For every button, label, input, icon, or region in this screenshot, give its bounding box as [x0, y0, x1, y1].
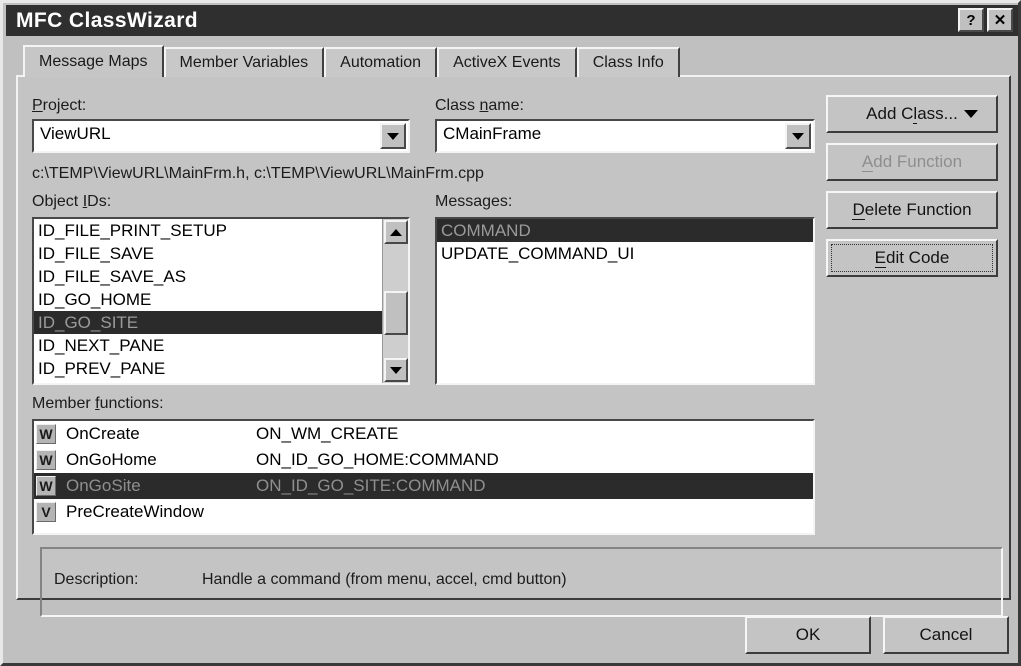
add-class-label: Add Class...	[866, 104, 958, 124]
delete-function-button[interactable]: Delete Function	[826, 191, 998, 229]
tab-label: Class Info	[592, 54, 664, 71]
edit-code-button[interactable]: Edit Code	[826, 239, 998, 277]
tab-label: ActiveX Events	[453, 54, 561, 71]
list-item-selected[interactable]: ID_GO_SITE	[34, 311, 408, 334]
tab-automation[interactable]: Automation	[324, 47, 438, 77]
messages-list: COMMAND UPDATE_COMMAND_UI	[437, 219, 813, 383]
messages-listbox[interactable]: COMMAND UPDATE_COMMAND_UI	[435, 217, 815, 385]
close-icon[interactable]: ✕	[987, 8, 1013, 32]
wizard-badge-icon: W	[36, 450, 56, 470]
object-ids-scrollbar[interactable]	[382, 219, 408, 383]
function-message: ON_ID_GO_SITE:COMMAND	[256, 476, 486, 495]
project-combo-value: ViewURL	[40, 124, 111, 143]
table-row[interactable]: V PreCreateWindow	[34, 499, 813, 525]
table-row[interactable]: W OnCreate ON_WM_CREATE	[34, 421, 813, 447]
object-ids-list: ID_FILE_PRINT_SETUP ID_FILE_SAVE ID_FILE…	[34, 219, 408, 383]
object-ids-listbox[interactable]: ID_FILE_PRINT_SETUP ID_FILE_SAVE ID_FILE…	[32, 217, 410, 385]
help-icon[interactable]: ?	[958, 8, 984, 32]
wizard-badge-icon: W	[36, 424, 56, 444]
cancel-button[interactable]: Cancel	[883, 616, 1009, 654]
list-item[interactable]: ID_FILE_SAVE_AS	[34, 265, 408, 288]
description-text: Handle a command (from menu, accel, cmd …	[202, 571, 567, 588]
title-bar[interactable]: MFC ClassWizard ? ✕	[6, 5, 1018, 36]
list-item[interactable]: ID_NEXT_PANE	[34, 334, 408, 357]
function-name: OnGoSite	[66, 476, 141, 495]
chevron-down-icon	[964, 110, 978, 118]
scroll-up-icon[interactable]	[384, 220, 408, 244]
table-row-selected[interactable]: W OnGoSite ON_ID_GO_SITE:COMMAND	[34, 473, 813, 499]
scrollbar-thumb[interactable]	[384, 291, 408, 335]
list-item[interactable]: ID_PREV_PANE	[34, 357, 408, 380]
description-label: Description:	[54, 571, 139, 588]
message-maps-page: Project: ViewURL Class name: CMainFrame …	[16, 75, 1011, 617]
function-message: ON_WM_CREATE	[256, 424, 399, 443]
list-item[interactable]: ID_FILE_SAVE	[34, 242, 408, 265]
class-name-label: Class name:	[435, 97, 524, 114]
window-title: MFC ClassWizard	[16, 8, 199, 32]
delete-function-label: Delete Function	[852, 200, 972, 220]
list-item[interactable]: ID_GO_HOME	[34, 288, 408, 311]
member-functions-listbox[interactable]: W OnCreate ON_WM_CREATE W OnGoHome ON_ID…	[32, 419, 815, 535]
add-class-button[interactable]: Add Class...	[826, 95, 998, 133]
wizard-badge-icon: W	[36, 476, 56, 496]
list-item[interactable]: ID_FILE_PRINT_SETUP	[34, 219, 408, 242]
titlebar-button-group: ? ✕	[958, 8, 1013, 32]
virtual-badge-icon: V	[36, 502, 56, 522]
tab-class-info[interactable]: Class Info	[576, 47, 680, 77]
description-group: Description: Handle a command (from menu…	[40, 547, 1003, 617]
object-ids-label: Object IDs:	[32, 193, 112, 210]
chevron-down-icon[interactable]	[380, 123, 406, 149]
function-name: PreCreateWindow	[66, 502, 204, 521]
file-paths-text: c:\TEMP\ViewURL\MainFrm.h, c:\TEMP\ViewU…	[32, 165, 484, 182]
ok-button[interactable]: OK	[745, 616, 871, 654]
member-functions-label: Member functions:	[32, 395, 164, 412]
list-item[interactable]: UPDATE_COMMAND_UI	[437, 242, 813, 265]
add-function-button[interactable]: Add Function	[826, 143, 998, 181]
tab-label: Message Maps	[39, 53, 148, 70]
tab-activex-events[interactable]: ActiveX Events	[437, 47, 577, 77]
list-item-selected[interactable]: COMMAND	[437, 219, 813, 242]
function-name: OnCreate	[66, 424, 140, 443]
edit-code-label: Edit Code	[874, 248, 950, 268]
tab-label: Automation	[340, 54, 422, 71]
class-name-combo[interactable]: CMainFrame	[435, 119, 815, 153]
project-label: Project:	[32, 97, 87, 114]
scroll-down-icon[interactable]	[384, 358, 408, 382]
table-row[interactable]: W OnGoHome ON_ID_GO_HOME:COMMAND	[34, 447, 813, 473]
tab-member-variables[interactable]: Member Variables	[163, 47, 325, 77]
project-combo[interactable]: ViewURL	[32, 119, 410, 153]
function-name: OnGoHome	[66, 450, 157, 469]
class-name-combo-value: CMainFrame	[443, 124, 542, 143]
chevron-down-icon[interactable]	[785, 123, 811, 149]
tab-message-maps[interactable]: Message Maps	[23, 45, 164, 77]
messages-label: Messages:	[435, 193, 513, 210]
member-functions-list: W OnCreate ON_WM_CREATE W OnGoHome ON_ID…	[34, 421, 813, 533]
function-message: ON_ID_GO_HOME:COMMAND	[256, 450, 499, 469]
tab-label: Member Variables	[179, 54, 309, 71]
mfc-classwizard-dialog: MFC ClassWizard ? ✕ Message Maps Member …	[0, 0, 1021, 666]
tab-strip: Message Maps Member Variables Automation…	[23, 45, 680, 77]
add-function-label: Add Function	[861, 152, 963, 172]
